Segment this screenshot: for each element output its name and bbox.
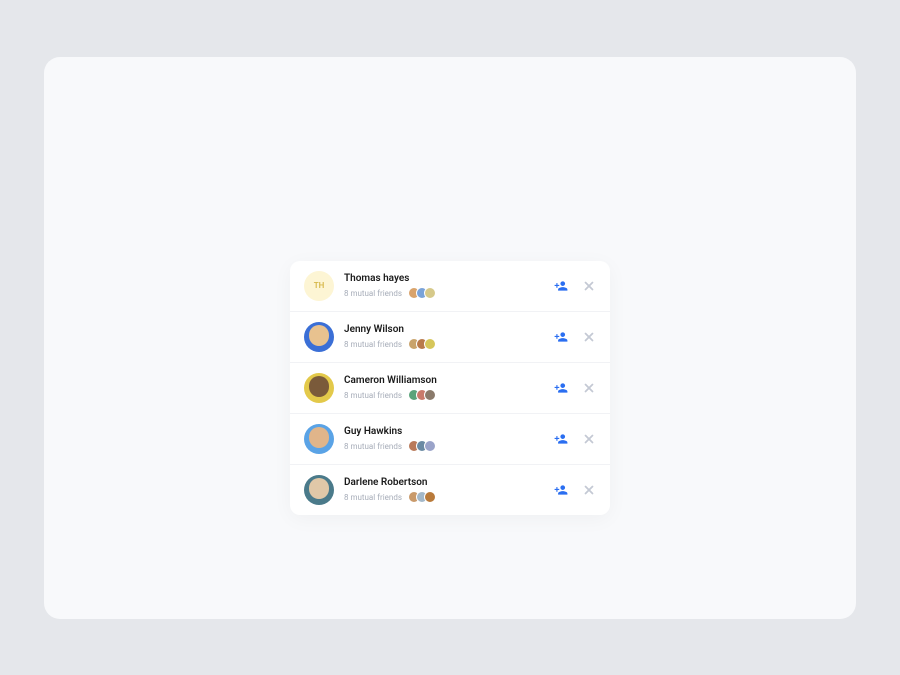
close-icon[interactable] xyxy=(582,381,596,395)
mutual-row: 8 mutual friends xyxy=(344,287,554,299)
avatar[interactable] xyxy=(304,373,334,403)
mini-avatar xyxy=(424,389,436,401)
mutual-friends-text: 8 mutual friends xyxy=(344,340,402,349)
mutual-friends-text: 8 mutual friends xyxy=(344,493,402,502)
avatar[interactable]: TH xyxy=(304,271,334,301)
add-friend-icon[interactable] xyxy=(554,483,568,497)
mutual-avatars xyxy=(408,287,436,299)
row-actions xyxy=(554,483,596,497)
mini-avatar xyxy=(424,287,436,299)
mini-avatar xyxy=(424,491,436,503)
mutual-friends-text: 8 mutual friends xyxy=(344,442,402,451)
mutual-row: 8 mutual friends xyxy=(344,389,554,401)
person-name[interactable]: Thomas hayes xyxy=(344,272,554,285)
mini-avatar xyxy=(424,440,436,452)
friend-suggestions-card: THThomas hayes8 mutual friendsJenny Wils… xyxy=(290,261,610,515)
suggestion-info: Darlene Robertson 8 mutual friends xyxy=(344,476,554,503)
add-friend-icon[interactable] xyxy=(554,330,568,344)
close-icon[interactable] xyxy=(582,483,596,497)
person-name[interactable]: Guy Hawkins xyxy=(344,425,554,438)
row-actions xyxy=(554,381,596,395)
close-icon[interactable] xyxy=(582,432,596,446)
suggestion-row: Jenny Wilson 8 mutual friends xyxy=(290,312,610,363)
add-friend-icon[interactable] xyxy=(554,432,568,446)
mutual-row: 8 mutual friends xyxy=(344,491,554,503)
person-name[interactable]: Jenny Wilson xyxy=(344,323,554,336)
suggestion-info: Guy Hawkins 8 mutual friends xyxy=(344,425,554,452)
mini-avatar xyxy=(424,338,436,350)
row-actions xyxy=(554,432,596,446)
add-friend-icon[interactable] xyxy=(554,279,568,293)
add-friend-icon[interactable] xyxy=(554,381,568,395)
suggestion-row: Guy Hawkins 8 mutual friends xyxy=(290,414,610,465)
row-actions xyxy=(554,279,596,293)
mutual-friends-text: 8 mutual friends xyxy=(344,391,402,400)
suggestion-info: Cameron Williamson 8 mutual friends xyxy=(344,374,554,401)
avatar[interactable] xyxy=(304,322,334,352)
avatar[interactable] xyxy=(304,475,334,505)
mutual-avatars xyxy=(408,389,436,401)
mutual-avatars xyxy=(408,491,436,503)
person-name[interactable]: Darlene Robertson xyxy=(344,476,554,489)
suggestion-row: TH Thomas hayes 8 mutual friends xyxy=(290,261,610,312)
avatar[interactable] xyxy=(304,424,334,454)
app-canvas: THThomas hayes8 mutual friendsJenny Wils… xyxy=(44,57,856,619)
mutual-avatars xyxy=(408,440,436,452)
close-icon[interactable] xyxy=(582,279,596,293)
suggestion-info: Thomas hayes 8 mutual friends xyxy=(344,272,554,299)
suggestion-row: Cameron Williamson 8 mutual friends xyxy=(290,363,610,414)
mutual-avatars xyxy=(408,338,436,350)
mutual-row: 8 mutual friends xyxy=(344,338,554,350)
mutual-row: 8 mutual friends xyxy=(344,440,554,452)
close-icon[interactable] xyxy=(582,330,596,344)
suggestion-row: Darlene Robertson 8 mutual friends xyxy=(290,465,610,515)
person-name[interactable]: Cameron Williamson xyxy=(344,374,554,387)
mutual-friends-text: 8 mutual friends xyxy=(344,289,402,298)
row-actions xyxy=(554,330,596,344)
suggestion-info: Jenny Wilson 8 mutual friends xyxy=(344,323,554,350)
